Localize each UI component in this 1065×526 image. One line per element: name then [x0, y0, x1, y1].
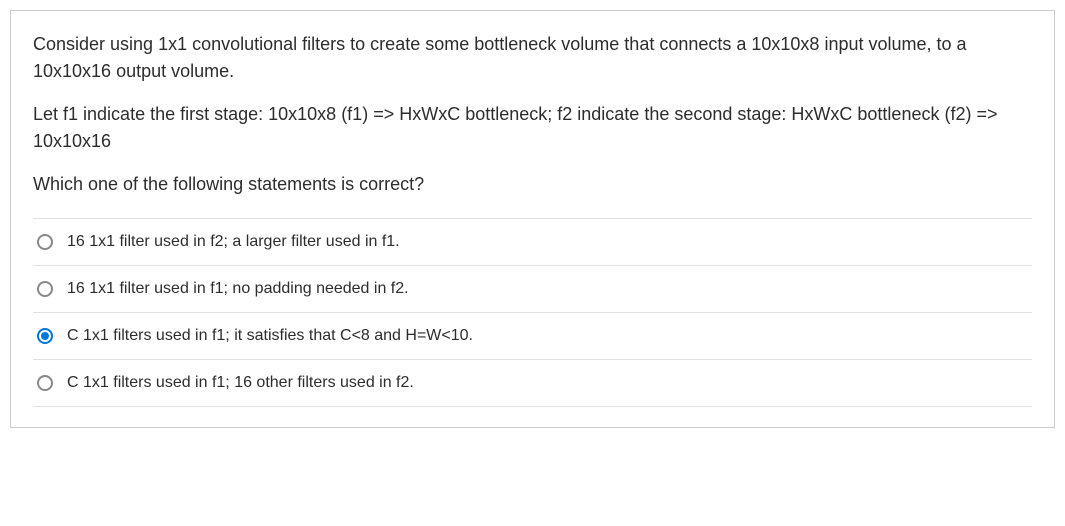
question-paragraph-3: Which one of the following statements is… [33, 171, 1032, 198]
option-1[interactable]: 16 1x1 filter used in f2; a larger filte… [33, 218, 1032, 265]
option-3[interactable]: C 1x1 filters used in f1; it satisfies t… [33, 312, 1032, 359]
radio-icon [37, 234, 53, 250]
question-paragraph-1: Consider using 1x1 convolutional filters… [33, 31, 1032, 85]
radio-icon [37, 328, 53, 344]
radio-icon [37, 281, 53, 297]
question-container: Consider using 1x1 convolutional filters… [10, 10, 1055, 428]
question-text: Consider using 1x1 convolutional filters… [33, 31, 1032, 198]
question-paragraph-2: Let f1 indicate the first stage: 10x10x8… [33, 101, 1032, 155]
option-2[interactable]: 16 1x1 filter used in f1; no padding nee… [33, 265, 1032, 312]
option-label: C 1x1 filters used in f1; 16 other filte… [67, 374, 1028, 392]
option-4[interactable]: C 1x1 filters used in f1; 16 other filte… [33, 359, 1032, 407]
option-label: 16 1x1 filter used in f2; a larger filte… [67, 233, 1028, 251]
radio-icon [37, 375, 53, 391]
options-list: 16 1x1 filter used in f2; a larger filte… [33, 218, 1032, 407]
option-label: 16 1x1 filter used in f1; no padding nee… [67, 280, 1028, 298]
option-label: C 1x1 filters used in f1; it satisfies t… [67, 327, 1028, 345]
